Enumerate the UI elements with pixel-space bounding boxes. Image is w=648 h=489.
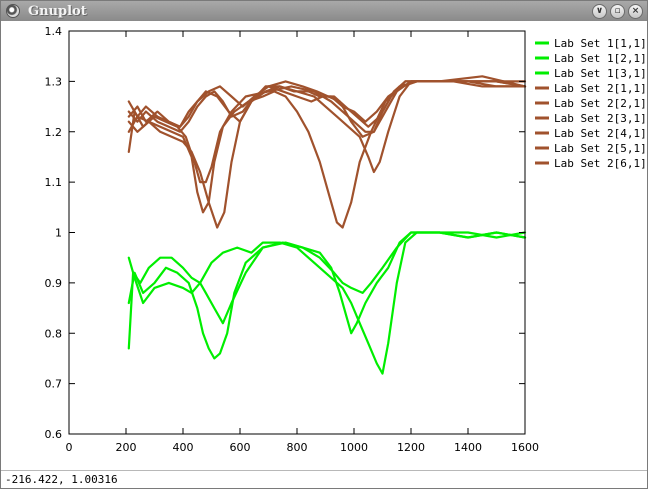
series-line-3: [127, 231, 527, 375]
close-button[interactable]: ×: [628, 4, 643, 19]
x-tick-label: 1600: [511, 441, 539, 454]
y-tick-label: 1.2: [45, 126, 63, 139]
y-tick-label: 0.6: [45, 428, 63, 441]
x-tick-label: 600: [230, 441, 251, 454]
x-tick-label: 200: [116, 441, 137, 454]
legend-label-6: Lab Set 2[3,1]: [554, 112, 647, 125]
series-layer: [127, 75, 527, 375]
series-line-6: [127, 80, 527, 229]
x-tick-label: 1000: [340, 441, 368, 454]
x-tick-label: 1200: [397, 441, 425, 454]
series-line-5: [127, 80, 527, 229]
x-tick-label: 800: [287, 441, 308, 454]
menu-button[interactable]: ∨: [592, 4, 607, 19]
y-tick-label: 0.9: [45, 277, 63, 290]
status-bar: -216.422, 1.00316: [1, 470, 647, 488]
cursor-coordinates: -216.422, 1.00316: [5, 473, 118, 486]
x-tick-label: 400: [173, 441, 194, 454]
series-line-8: [127, 80, 527, 128]
y-tick-label: 1: [55, 227, 62, 240]
window-controls: ∨ ▫ ×: [592, 4, 643, 19]
legend-label-1: Lab Set 1[1,1]: [554, 37, 647, 50]
window-title: Gnuplot: [28, 3, 87, 19]
minimize-button[interactable]: ▫: [610, 4, 625, 19]
y-tick-label: 0.8: [45, 327, 63, 340]
series-line-1: [127, 231, 527, 360]
legend-label-4: Lab Set 2[1,1]: [554, 82, 647, 95]
legend-label-7: Lab Set 2[4,1]: [554, 127, 647, 140]
y-tick-label: 1.4: [45, 25, 63, 38]
legend-label-5: Lab Set 2[2,1]: [554, 97, 647, 110]
window-menu-icon[interactable]: [6, 4, 20, 18]
y-tick-label: 0.7: [45, 378, 63, 391]
chart-canvas[interactable]: 0 200 400 600 800 1000 1200 1400 1600 0.6 0.7 0.8 0.…: [1, 21, 647, 469]
y-tick-label: 1.3: [45, 75, 63, 88]
x-tick-label: 1400: [454, 441, 482, 454]
x-tick-label: 0: [66, 441, 73, 454]
gnuplot-window: Gnuplot ∨ ▫ × 0 200 400 600 800 1000 1200 1400 1…: [0, 0, 648, 489]
legend: Lab Set 1[1,1] Lab Set 1[2,1] Lab Set 1[3,…: [535, 37, 647, 170]
y-tick-label: 1.1: [45, 176, 63, 189]
title-bar[interactable]: Gnuplot ∨ ▫ ×: [1, 1, 647, 21]
plot-area[interactable]: 0 200 400 600 800 1000 1200 1400 1600 0.6 0.7 0.8 0.…: [1, 21, 647, 469]
legend-label-2: Lab Set 1[2,1]: [554, 52, 647, 65]
legend-label-3: Lab Set 1[3,1]: [554, 67, 647, 80]
legend-label-9: Lab Set 2[6,1]: [554, 157, 647, 170]
legend-label-8: Lab Set 2[5,1]: [554, 142, 647, 155]
